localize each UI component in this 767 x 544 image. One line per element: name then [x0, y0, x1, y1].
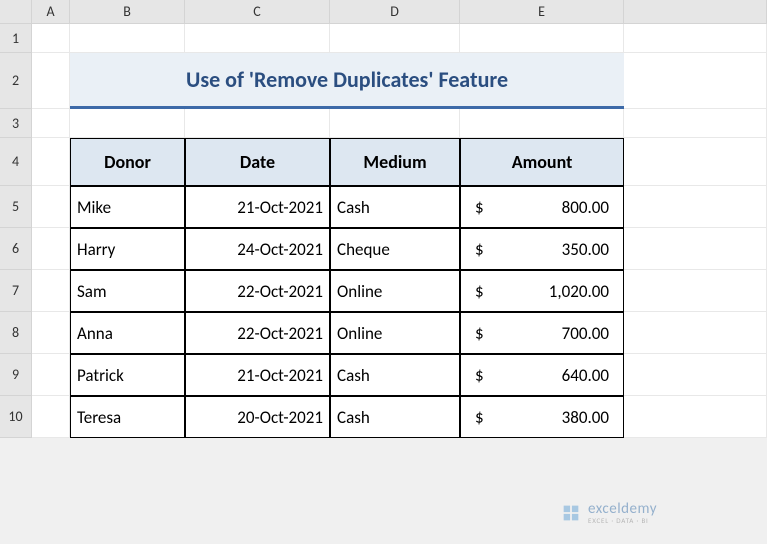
table-cell-amount[interactable]: $1,020.00 [460, 270, 624, 312]
col-header-c[interactable]: C [185, 0, 330, 24]
row-header-7[interactable]: 7 [0, 270, 32, 312]
amount-value: 800.00 [562, 197, 609, 218]
table-cell-amount[interactable]: $640.00 [460, 354, 624, 396]
cell-e3[interactable] [460, 109, 624, 138]
table-cell-amount[interactable]: $350.00 [460, 228, 624, 270]
row-header-8[interactable]: 8 [0, 312, 32, 354]
table-cell-donor[interactable]: Mike [70, 186, 185, 228]
row-header-1[interactable]: 1 [0, 24, 32, 53]
amount-value: 700.00 [562, 323, 609, 344]
table-cell-medium[interactable]: Cash [330, 186, 460, 228]
row-header-9[interactable]: 9 [0, 354, 32, 396]
currency-symbol: $ [475, 281, 484, 302]
cell-f2[interactable] [624, 53, 767, 109]
cell-a4[interactable] [32, 138, 70, 186]
cell-a7[interactable] [32, 270, 70, 312]
cell-d3[interactable] [330, 109, 460, 138]
row-header-2[interactable]: 2 [0, 53, 32, 109]
table-cell-date[interactable]: 22-Oct-2021 [185, 312, 330, 354]
cell-f8[interactable] [624, 312, 767, 354]
row-header-6[interactable]: 6 [0, 228, 32, 270]
table-cell-date[interactable]: 21-Oct-2021 [185, 354, 330, 396]
table-cell-date[interactable]: 22-Oct-2021 [185, 270, 330, 312]
table-cell-donor[interactable]: Harry [70, 228, 185, 270]
header-amount[interactable]: Amount [460, 138, 624, 186]
col-header-e[interactable]: E [460, 0, 624, 24]
currency-symbol: $ [475, 323, 484, 344]
currency-symbol: $ [475, 239, 484, 260]
watermark-sub: EXCEL · DATA · BI [588, 517, 657, 524]
currency-symbol: $ [475, 365, 484, 386]
cell-c1[interactable] [185, 24, 330, 53]
table-cell-medium[interactable]: Online [330, 270, 460, 312]
cell-a9[interactable] [32, 354, 70, 396]
table-cell-donor[interactable]: Patrick [70, 354, 185, 396]
col-header-a[interactable]: A [32, 0, 70, 24]
cell-f3[interactable] [624, 109, 767, 138]
row-header-4[interactable]: 4 [0, 138, 32, 186]
col-header-blank[interactable] [624, 0, 767, 24]
spreadsheet-grid: A B C D E 1 2 Use of 'Remove Duplicates'… [0, 0, 767, 438]
table-cell-donor[interactable]: Teresa [70, 396, 185, 438]
amount-value: 380.00 [562, 407, 609, 428]
row-header-5[interactable]: 5 [0, 186, 32, 228]
watermark-brand: exceldemy [588, 502, 657, 517]
cell-f1[interactable] [624, 24, 767, 53]
table-cell-date[interactable]: 21-Oct-2021 [185, 186, 330, 228]
cell-c3[interactable] [185, 109, 330, 138]
header-medium[interactable]: Medium [330, 138, 460, 186]
cell-b3[interactable] [70, 109, 185, 138]
cell-f5[interactable] [624, 186, 767, 228]
table-cell-amount[interactable]: $380.00 [460, 396, 624, 438]
col-header-b[interactable]: B [70, 0, 185, 24]
cell-f4[interactable] [624, 138, 767, 186]
header-donor[interactable]: Donor [70, 138, 185, 186]
cell-f7[interactable] [624, 270, 767, 312]
cell-a10[interactable] [32, 396, 70, 438]
cell-a5[interactable] [32, 186, 70, 228]
cell-d1[interactable] [330, 24, 460, 53]
col-header-d[interactable]: D [330, 0, 460, 24]
table-cell-amount[interactable]: $800.00 [460, 186, 624, 228]
cell-f10[interactable] [624, 396, 767, 438]
table-cell-date[interactable]: 20-Oct-2021 [185, 396, 330, 438]
table-cell-date[interactable]: 24-Oct-2021 [185, 228, 330, 270]
watermark: exceldemy EXCEL · DATA · BI [560, 502, 657, 524]
amount-value: 1,020.00 [549, 281, 609, 302]
cell-f9[interactable] [624, 354, 767, 396]
currency-symbol: $ [475, 197, 484, 218]
amount-value: 350.00 [562, 239, 609, 260]
cell-a8[interactable] [32, 312, 70, 354]
table-cell-donor[interactable]: Sam [70, 270, 185, 312]
cell-a6[interactable] [32, 228, 70, 270]
header-date[interactable]: Date [185, 138, 330, 186]
table-cell-medium[interactable]: Cash [330, 396, 460, 438]
table-cell-amount[interactable]: $700.00 [460, 312, 624, 354]
amount-value: 640.00 [562, 365, 609, 386]
select-all-corner[interactable] [0, 0, 32, 24]
row-header-3[interactable]: 3 [0, 109, 32, 138]
cell-e1[interactable] [460, 24, 624, 53]
cell-a1[interactable] [32, 24, 70, 53]
exceldemy-logo-icon [560, 502, 582, 524]
table-cell-medium[interactable]: Cash [330, 354, 460, 396]
table-cell-donor[interactable]: Anna [70, 312, 185, 354]
table-cell-medium[interactable]: Online [330, 312, 460, 354]
table-cell-medium[interactable]: Cheque [330, 228, 460, 270]
cell-f6[interactable] [624, 228, 767, 270]
currency-symbol: $ [475, 407, 484, 428]
page-title[interactable]: Use of 'Remove Duplicates' Feature [70, 53, 624, 109]
row-header-10[interactable]: 10 [0, 396, 32, 438]
cell-b1[interactable] [70, 24, 185, 53]
cell-a3[interactable] [32, 109, 70, 138]
cell-a2[interactable] [32, 53, 70, 109]
